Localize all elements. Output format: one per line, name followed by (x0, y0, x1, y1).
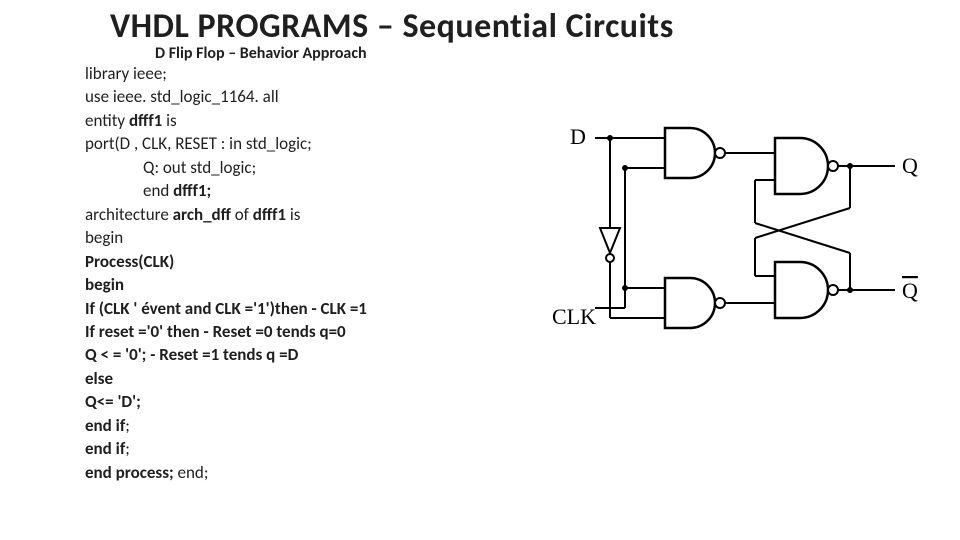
code-line: Q<= 'D'; (85, 390, 367, 413)
code-line: Process(CLK) (85, 250, 367, 273)
code-bold: end if (85, 415, 125, 436)
code-text: of (235, 204, 253, 225)
code-line: end process; end; (85, 461, 367, 484)
code-bold: end if (85, 438, 125, 459)
code-text: end; (178, 462, 209, 483)
code-bold: end process; (85, 462, 178, 483)
circuit-diagram: D CLK (550, 108, 930, 368)
code-bold: - Reset =1 tends q =D (150, 344, 298, 365)
code-line: entity dfff1 is (85, 109, 367, 132)
code-text: Q: out std_logic; (143, 157, 256, 178)
label-clk: CLK (552, 304, 596, 329)
code-line: architecture arch_dff of dfff1 is (85, 203, 367, 226)
code-bold: dfff1 (129, 110, 166, 131)
label-d: D (570, 124, 586, 149)
code-line: else (85, 367, 367, 390)
code-text: is (166, 110, 177, 131)
code-bold: dfff1; (173, 180, 211, 201)
slide-subtitle: D Flip Flop – Behavior Approach (155, 44, 367, 63)
label-q: Q (902, 153, 918, 178)
code-text: ; (125, 438, 130, 459)
code-line: begin (85, 273, 367, 296)
code-line: end if; (85, 414, 367, 437)
code-line: Q < = '0'; - Reset =1 tends q =D (85, 343, 367, 366)
code-line: end if; (85, 437, 367, 460)
code-line: use ieee. std_logic_1164. all (85, 85, 367, 108)
code-bold: arch_dff (173, 204, 235, 225)
code-line: port(D , CLK, RESET : in std_logic; (85, 132, 367, 155)
code-text: entity (85, 110, 129, 131)
code-line: end dfff1; (85, 179, 367, 202)
code-line: begin (85, 226, 367, 249)
code-text: end (143, 180, 173, 201)
dff-circuit-svg: D CLK (550, 108, 930, 368)
code-line: Q: out std_logic; (85, 156, 367, 179)
code-line: If reset ='0' then - Reset =0 tends q=0 (85, 320, 367, 343)
slide-title: VHDL PROGRAMS – Sequential Circuits (110, 6, 674, 47)
label-qbar: Q (902, 278, 918, 303)
code-text: is (290, 204, 301, 225)
code-line: If (CLK ' évent and CLK ='1')then - CLK … (85, 297, 367, 320)
code-bold: Q < = '0'; (85, 344, 150, 365)
code-text: ; (125, 415, 130, 436)
code-line: library ieee; (85, 62, 367, 85)
code-text: architecture (85, 204, 173, 225)
vhdl-code-block: library ieee; use ieee. std_logic_1164. … (85, 62, 367, 484)
code-bold: dfff1 (253, 204, 290, 225)
